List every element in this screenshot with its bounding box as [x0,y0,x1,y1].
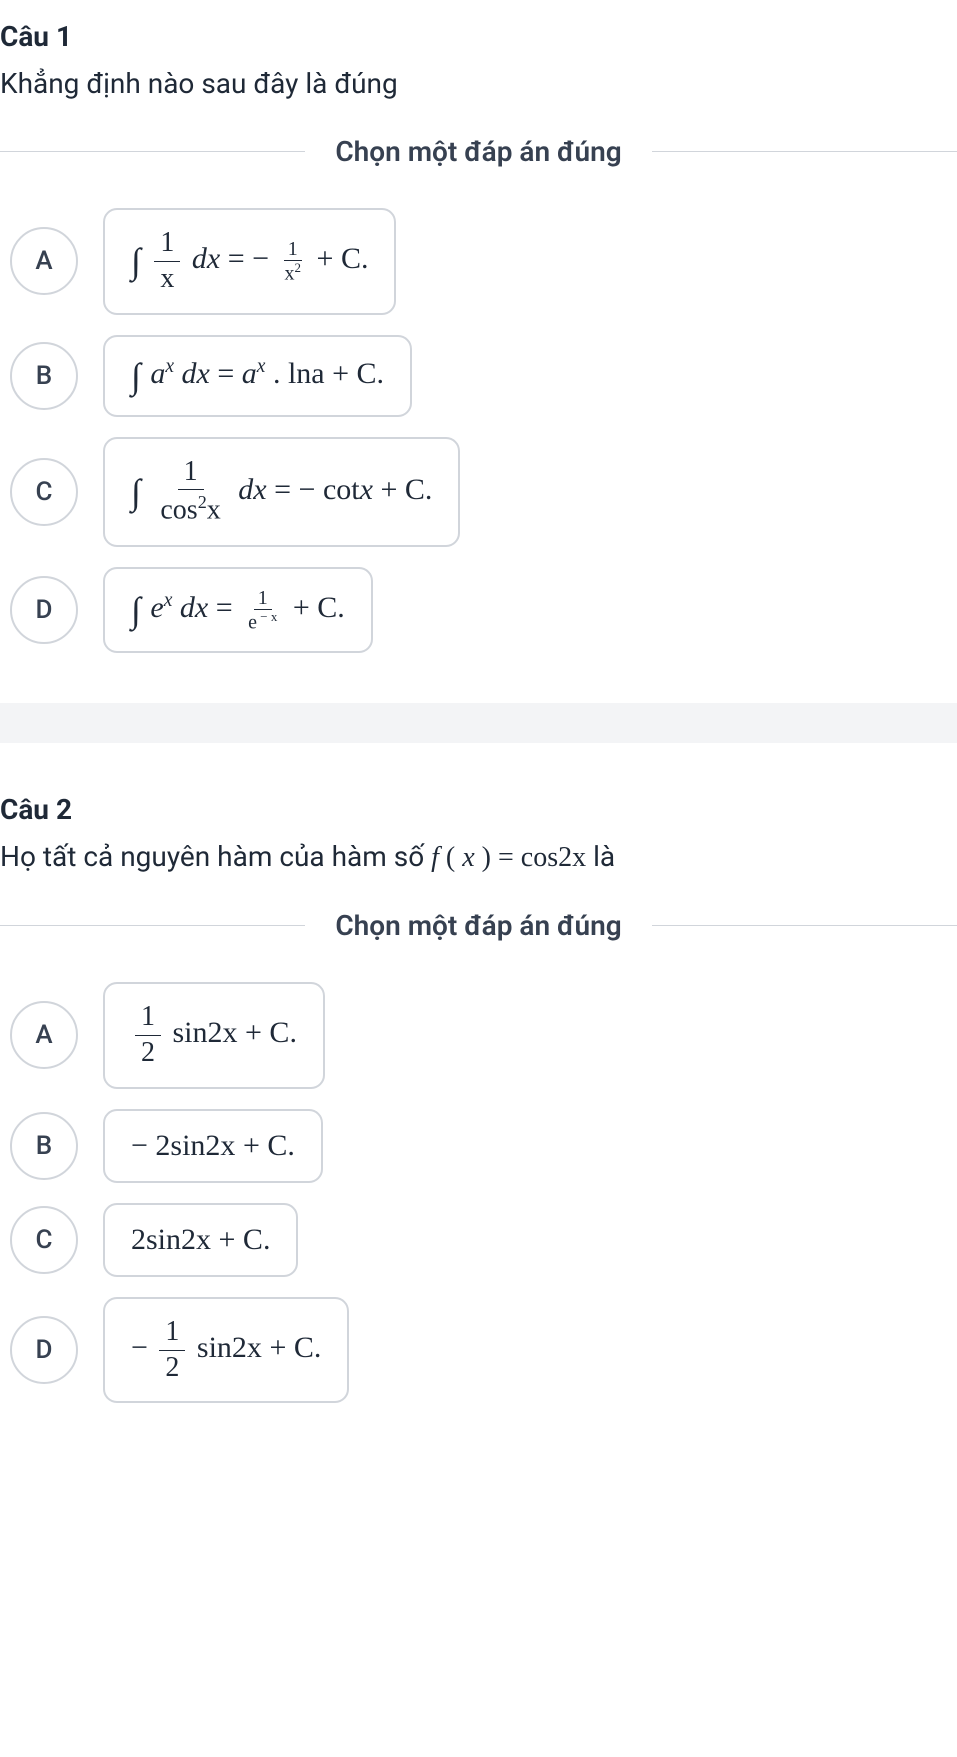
instruction-divider: Chọn một đáp án đúng [0,135,957,168]
option-c[interactable]: C 2sin2x + C. [10,1203,957,1277]
option-content-c: ∫ 1 cos2x dx = − cotx + C. [103,437,460,547]
options-container: A 1 2 sin2x + C. B − 2sin2x + C. [0,982,957,1403]
options-container: A ∫ 1 x dx = − 1 x2 + C. [0,208,957,653]
option-a[interactable]: A 1 2 sin2x + C. [10,982,957,1089]
option-letter-c: C [10,458,78,526]
option-letter-a: A [10,227,78,295]
divider-line-left [0,151,305,152]
divider-line-right [652,925,957,926]
option-content-d: − 1 2 sin2x + C. [103,1297,349,1404]
question-prompt: Họ tất cả nguyên hàm của hàm số f ( x ) … [0,836,957,909]
question-number: Câu 2 [0,793,957,836]
divider-line-left [0,925,305,926]
instruction-divider: Chọn một đáp án đúng [0,909,957,942]
option-b[interactable]: B ∫ ax dx = ax . lna + C. [10,335,957,417]
option-content-b: − 2sin2x + C. [103,1109,323,1183]
option-c[interactable]: C ∫ 1 cos2x dx = − cotx + C. [10,437,957,547]
option-b[interactable]: B − 2sin2x + C. [10,1109,957,1183]
option-letter-d: D [10,1316,78,1384]
divider-line-right [652,151,957,152]
option-content-b: ∫ ax dx = ax . lna + C. [103,335,412,417]
question-2: Câu 2 Họ tất cả nguyên hàm của hàm số f … [0,793,957,1433]
option-letter-b: B [10,342,78,410]
question-number: Câu 1 [0,20,957,63]
option-letter-b: B [10,1112,78,1180]
instruction-text: Chọn một đáp án đúng [305,135,651,168]
option-letter-a: A [10,1001,78,1069]
option-d[interactable]: D ∫ ex dx = 1 e − x + C. [10,567,957,654]
question-separator [0,703,957,743]
option-letter-c: C [10,1206,78,1274]
option-content-d: ∫ ex dx = 1 e − x + C. [103,567,373,654]
option-content-a: 1 2 sin2x + C. [103,982,325,1089]
option-content-a: ∫ 1 x dx = − 1 x2 + C. [103,208,396,315]
option-letter-d: D [10,576,78,644]
instruction-text: Chọn một đáp án đúng [305,909,651,942]
question-prompt: Khẳng định nào sau đây là đúng [0,63,957,135]
option-a[interactable]: A ∫ 1 x dx = − 1 x2 + C. [10,208,957,315]
option-d[interactable]: D − 1 2 sin2x + C. [10,1297,957,1404]
option-content-c: 2sin2x + C. [103,1203,298,1277]
question-1: Câu 1 Khẳng định nào sau đây là đúng Chọ… [0,0,957,683]
